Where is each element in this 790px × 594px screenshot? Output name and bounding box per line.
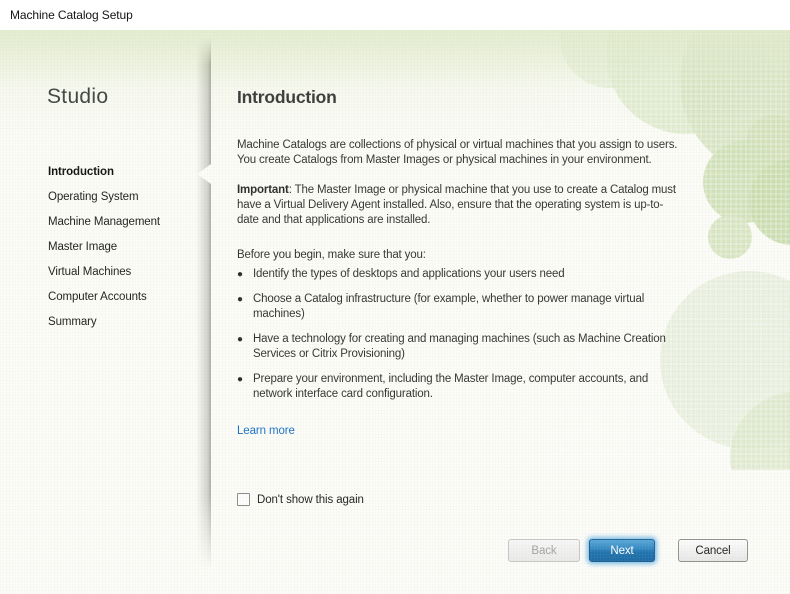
page-title: Introduction	[237, 85, 747, 109]
dont-show-row[interactable]: Don't show this again	[237, 493, 364, 506]
important-text: : The Master Image or physical machine t…	[237, 184, 676, 226]
list-item: Prepare your environment, including the …	[237, 372, 747, 402]
studio-logo: Studio	[47, 85, 108, 109]
next-button[interactable]: Next	[589, 539, 655, 562]
window-title: Machine Catalog Setup	[10, 8, 133, 22]
important-label: Important	[237, 184, 289, 196]
sidebar-divider	[196, 38, 211, 570]
bullet-icon	[237, 267, 253, 282]
sidebar-item-introduction: Introduction	[48, 160, 160, 185]
sidebar-item-computer-accounts: Computer Accounts	[48, 285, 160, 310]
sidebar-item-machine-management: Machine Management	[48, 210, 160, 235]
active-step-pointer	[197, 164, 211, 184]
dont-show-label: Don't show this again	[257, 494, 364, 506]
cancel-button[interactable]: Cancel	[678, 539, 748, 562]
list-item: Have a technology for creating and manag…	[237, 332, 747, 362]
sidebar-item-operating-system: Operating System	[48, 185, 160, 210]
list-item: Choose a Catalog infrastructure (for exa…	[237, 292, 747, 322]
sidebar-item-master-image: Master Image	[48, 235, 160, 260]
bullet-icon	[237, 332, 253, 362]
machine-catalog-setup-dialog: Studio Introduction Operating System Mac…	[0, 30, 790, 594]
sidebar-item-summary: Summary	[48, 310, 160, 335]
header-gradient	[0, 30, 790, 88]
wizard-content: Introduction Machine Catalogs are collec…	[237, 85, 747, 439]
back-button[interactable]: Back	[508, 539, 580, 562]
wizard-window: Machine Catalog Setup Studio Introductio…	[0, 0, 790, 594]
bullet-icon	[237, 292, 253, 322]
learn-more-link[interactable]: Learn more	[237, 425, 295, 437]
important-paragraph: Important: The Master Image or physical …	[237, 183, 747, 228]
before-you-begin-text: Before you begin, make sure that you:	[237, 248, 747, 263]
wizard-steps: Introduction Operating System Machine Ma…	[48, 160, 160, 335]
dont-show-checkbox[interactable]	[237, 493, 250, 506]
intro-paragraph: Machine Catalogs are collections of phys…	[237, 138, 747, 168]
bullet-icon	[237, 372, 253, 402]
sidebar-item-virtual-machines: Virtual Machines	[48, 260, 160, 285]
window-titlebar: Machine Catalog Setup	[0, 0, 790, 30]
checklist: Identify the types of desktops and appli…	[237, 267, 747, 402]
list-item: Identify the types of desktops and appli…	[237, 267, 747, 282]
